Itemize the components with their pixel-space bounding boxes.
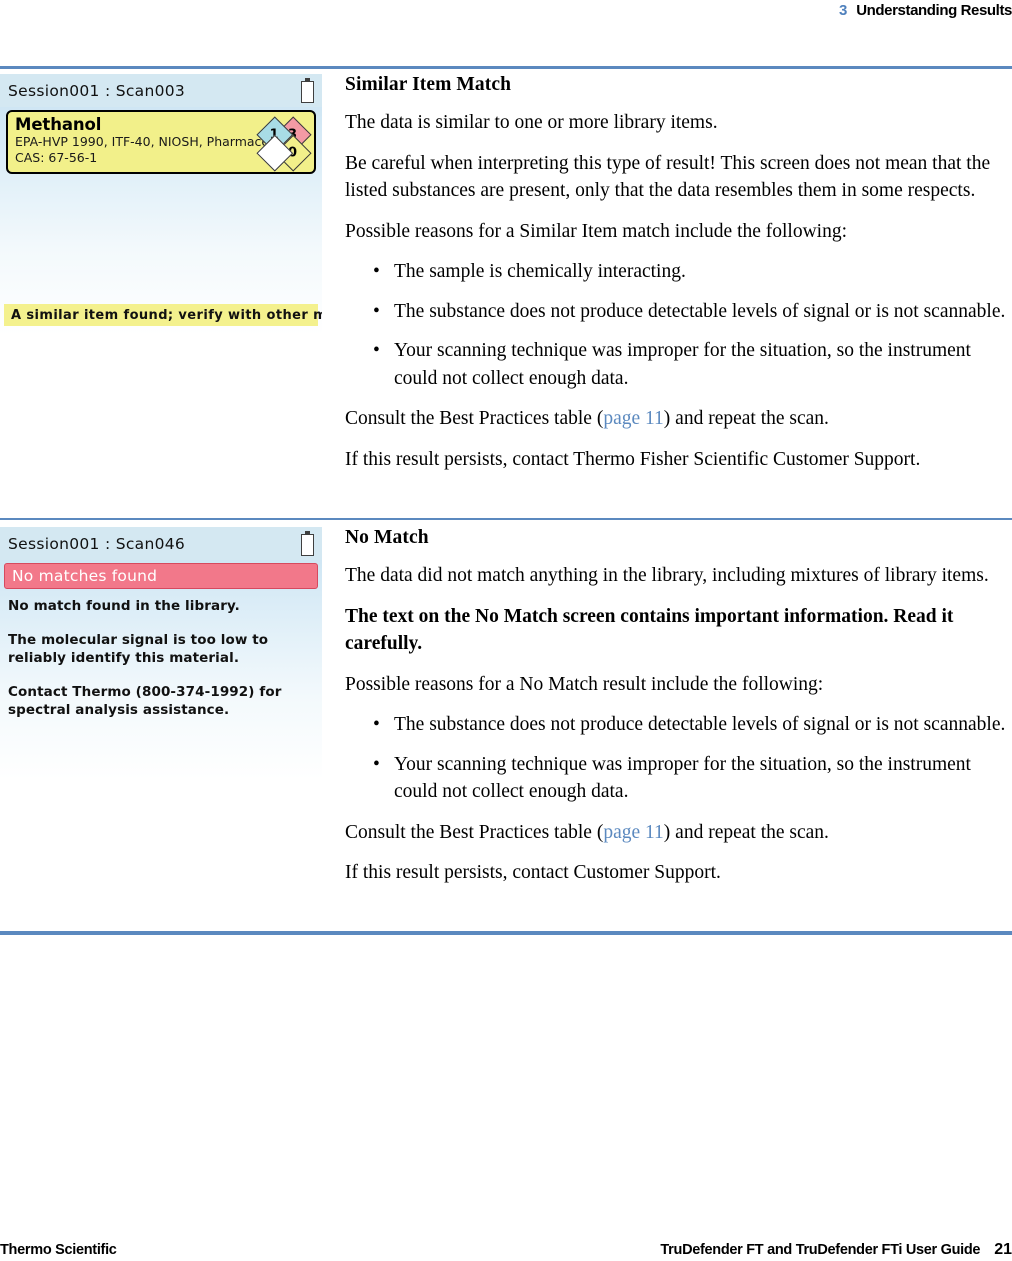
- battery-full-icon: [301, 78, 314, 103]
- list-item: • The substance does not produce detecta…: [345, 711, 1012, 739]
- no-matches-found-banner: No matches found: [4, 563, 318, 589]
- similar-warning-paragraph: Be careful when interpreting this type o…: [345, 152, 991, 202]
- device-session-scan-label: Session001 : Scan003: [8, 81, 186, 100]
- nomatch-intro-paragraph: The data did not match anything in the l…: [345, 565, 989, 586]
- page-11-crossreference-link[interactable]: page 11: [603, 408, 663, 429]
- similar-match-figure-column: Session001 : Scan003 Methanol EPA-HVP 19…: [0, 74, 322, 336]
- consult-suffix-text: ) and repeat the scan.: [663, 408, 829, 429]
- footer-guide-title: TruDefender FT and TruDefender FTi User …: [660, 1241, 981, 1258]
- device-message-list: No match found in the library. The molec…: [8, 597, 314, 719]
- list-item: • The substance does not produce detecta…: [345, 298, 1012, 326]
- chapter-title: Understanding Results: [856, 2, 1012, 19]
- list-item-text: Your scanning technique was improper for…: [394, 753, 971, 803]
- page-footer: Thermo Scientific TruDefender FT and Tru…: [0, 1238, 1012, 1261]
- similar-reasons-list: • The sample is chemically interacting. …: [345, 258, 1012, 392]
- page-11-crossreference-link[interactable]: page 11: [603, 822, 663, 843]
- device-message: No match found in the library.: [8, 598, 240, 614]
- page-header: 3 Understanding Results: [0, 0, 1012, 40]
- footer-divider-rule: [0, 931, 1012, 935]
- device-screenshot-similar-match: Session001 : Scan003 Methanol EPA-HVP 19…: [0, 74, 322, 336]
- device-message: The molecular signal is too low to relia…: [8, 632, 269, 666]
- device-screenshot-no-match: Session001 : Scan046 No matches found No…: [0, 527, 322, 780]
- footer-page-number: 21: [994, 1240, 1012, 1258]
- battery-full-icon: [301, 531, 314, 556]
- footer-company-name: Thermo Scientific: [0, 1241, 117, 1258]
- list-item-text: The substance does not produce detectabl…: [394, 714, 1006, 735]
- consult-prefix-text: Consult the Best Practices table (: [345, 821, 604, 843]
- list-item-text: The sample is chemically interacting.: [394, 261, 686, 282]
- device-titlebar: Session001 : Scan046: [0, 527, 322, 560]
- section-heading-no-match: No Match: [345, 527, 429, 548]
- nomatch-reasons-list: • The substance does not produce detecta…: [345, 711, 1012, 806]
- consult-prefix-text: Consult the Best Practices table (: [345, 408, 604, 429]
- nomatch-warning-paragraph: The text on the No Match screen contains…: [345, 605, 954, 655]
- footer-right-group: TruDefender FT and TruDefender FTi User …: [660, 1241, 1012, 1259]
- device-status-bar: A similar item found; verify with other …: [4, 304, 322, 326]
- similar-match-text-column: Similar Item Match The data is similar t…: [345, 74, 1012, 486]
- alert-banner-text: No matches found: [12, 567, 158, 585]
- consult-suffix-text: ) and repeat the scan.: [663, 821, 829, 843]
- device-session-scan-label: Session001 : Scan046: [8, 534, 186, 553]
- list-item-text: The substance does not produce detectabl…: [394, 300, 1006, 322]
- bullet-icon: •: [373, 753, 380, 775]
- device-titlebar: Session001 : Scan003: [0, 74, 322, 107]
- list-item: • Your scanning technique was improper f…: [345, 337, 1012, 392]
- bullet-icon: •: [373, 300, 380, 322]
- similar-intro-paragraph: The data is similar to one or more libra…: [345, 112, 718, 133]
- list-item-text: Your scanning technique was improper for…: [394, 340, 971, 389]
- no-match-figure-column: Session001 : Scan046 No matches found No…: [0, 527, 322, 780]
- bullet-icon: •: [373, 714, 380, 735]
- device-message: Contact Thermo (800-374-1992) for spectr…: [8, 684, 282, 718]
- section-heading-similar-item-match: Similar Item Match: [345, 74, 512, 95]
- result-card-methanol[interactable]: Methanol EPA-HVP 1990, ITF-40, NIOSH, Ph…: [6, 110, 316, 174]
- nomatch-consult-paragraph: Consult the Best Practices table (page 1…: [345, 819, 1012, 847]
- bullet-icon: •: [373, 340, 380, 361]
- list-item: • The sample is chemically interacting.: [345, 258, 1012, 286]
- nomatch-reasons-lead: Possible reasons for a No Match result i…: [345, 673, 824, 695]
- header-divider-rule: [0, 66, 1012, 69]
- no-match-text-column: No Match The data did not match anything…: [345, 527, 1012, 900]
- nomatch-persists-paragraph: If this result persists, contact Custome…: [345, 862, 721, 883]
- similar-reasons-lead: Possible reasons for a Similar Item matc…: [345, 220, 848, 242]
- device-screen-body: No matches found No match found in the l…: [0, 560, 322, 780]
- similar-consult-paragraph: Consult the Best Practices table (page 1…: [345, 405, 1012, 433]
- device-screen-body: Methanol EPA-HVP 1990, ITF-40, NIOSH, Ph…: [0, 107, 322, 336]
- device-status-text: A similar item found; verify with other …: [11, 307, 322, 323]
- similar-persists-paragraph: If this result persists, contact Thermo …: [345, 448, 921, 470]
- nfpa-diamond-icon: 3 1 0: [256, 116, 312, 172]
- bullet-icon: •: [373, 261, 380, 282]
- list-item: • Your scanning technique was improper f…: [345, 751, 1012, 806]
- section-divider-rule: [0, 518, 1012, 520]
- chapter-number: 3: [839, 2, 848, 19]
